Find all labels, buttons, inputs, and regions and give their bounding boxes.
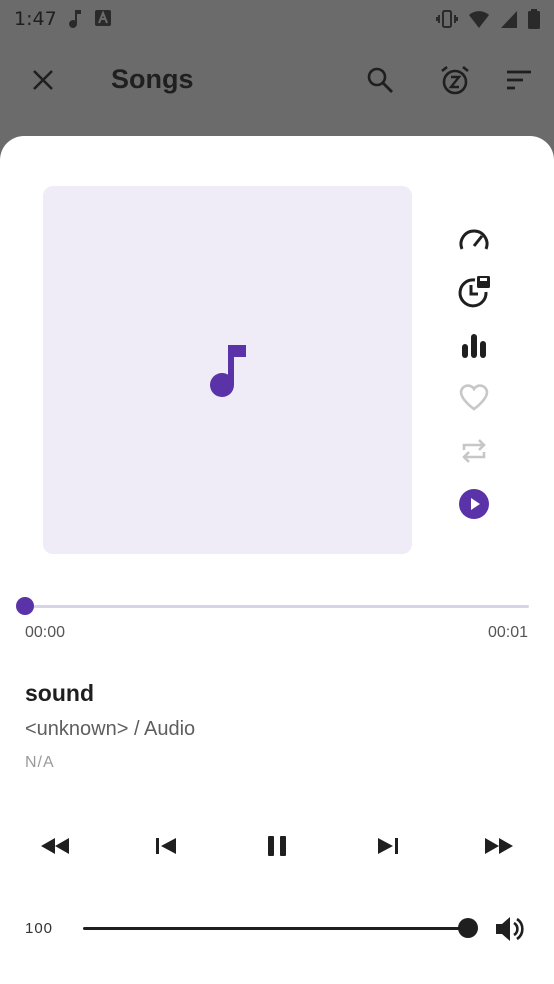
sleep-timer-icon (441, 65, 469, 95)
seek-bar[interactable] (16, 597, 529, 617)
status-bar: 1:47 (0, 0, 554, 38)
current-time: 00:00 (25, 624, 66, 641)
close-button[interactable] (21, 58, 65, 102)
song-extra-info: N/A (25, 754, 55, 771)
music-note-icon (209, 345, 246, 397)
total-time: 00:01 (487, 624, 528, 641)
vibrate-icon (436, 10, 458, 28)
repeat-button[interactable] (455, 432, 493, 470)
sleep-timer-button[interactable] (433, 58, 477, 102)
sort-button[interactable] (497, 58, 541, 102)
fast-forward-button[interactable] (477, 826, 521, 866)
volume-button[interactable] (494, 914, 526, 944)
speed-icon (459, 229, 489, 250)
search-icon (367, 67, 393, 93)
song-title: sound (25, 680, 94, 706)
next-button[interactable] (366, 826, 410, 866)
play-circle-button[interactable] (455, 485, 493, 523)
timer-save-button[interactable] (455, 273, 493, 311)
volume-slider-thumb[interactable] (458, 918, 478, 938)
sort-icon (507, 70, 531, 90)
status-right-icons (436, 9, 540, 29)
pause-icon (268, 836, 286, 856)
favorite-button[interactable] (455, 378, 493, 416)
music-note-icon (69, 10, 81, 28)
equalizer-button[interactable] (455, 327, 493, 365)
song-artist-album: <unknown> / Audio (25, 718, 196, 740)
rewind-button[interactable] (33, 826, 77, 866)
page-title: Songs (111, 64, 194, 94)
volume-value: 100 (25, 920, 54, 937)
search-button[interactable] (358, 58, 402, 102)
battery-icon (528, 9, 540, 29)
previous-button[interactable] (144, 826, 188, 866)
player-sheet: 00:00 00:01 sound <unknown> / Audio N/A … (0, 136, 554, 984)
next-icon (378, 838, 398, 854)
previous-icon (156, 838, 176, 854)
volume-icon (496, 917, 524, 941)
volume-row: 100 (0, 912, 554, 946)
equalizer-icon (462, 334, 486, 358)
signal-icon (501, 11, 517, 28)
playback-controls (0, 826, 554, 866)
volume-slider-track[interactable] (83, 927, 468, 930)
seek-track (25, 605, 529, 608)
status-left-icons (68, 9, 112, 29)
repeat-icon (462, 439, 486, 463)
rewind-icon (41, 838, 69, 854)
fast-forward-icon (485, 838, 513, 854)
status-time: 1:47 (14, 8, 57, 30)
pause-button[interactable] (255, 826, 299, 866)
close-icon (33, 70, 53, 90)
font-a-icon (95, 10, 111, 26)
seek-thumb[interactable] (16, 597, 34, 615)
play-circle-icon (459, 489, 489, 519)
heart-icon (459, 384, 489, 411)
timer-save-icon (458, 276, 490, 308)
wifi-icon (469, 11, 489, 28)
app-bar: Songs (0, 38, 554, 122)
album-art (43, 186, 412, 554)
playback-speed-button[interactable] (455, 220, 493, 258)
